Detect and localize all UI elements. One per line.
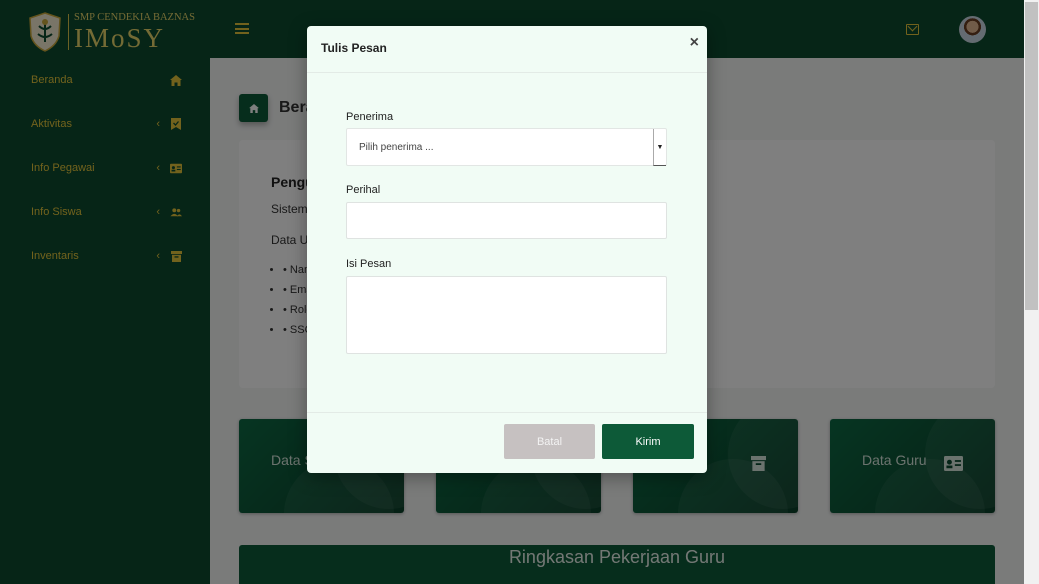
modal-title: Tulis Pesan xyxy=(321,41,387,55)
cancel-button[interactable]: Batal xyxy=(504,424,595,459)
caret-down-icon[interactable]: ▼ xyxy=(653,129,666,166)
message-body-label: Isi Pesan xyxy=(346,258,392,270)
close-icon[interactable]: × xyxy=(690,35,699,51)
recipient-select-value: Pilih penerima ... xyxy=(359,142,434,153)
recipient-select[interactable]: Pilih penerima ... ▼ xyxy=(346,128,667,166)
recipient-label: Penerima xyxy=(346,111,394,123)
modal-divider xyxy=(307,72,707,73)
message-body-textarea[interactable] xyxy=(346,276,667,354)
subject-label: Perihal xyxy=(346,184,381,196)
compose-message-modal: Tulis Pesan × Penerima Pilih penerima ..… xyxy=(307,26,707,473)
modal-divider xyxy=(307,412,707,413)
scrollbar-thumb[interactable] xyxy=(1025,2,1038,310)
send-button[interactable]: Kirim xyxy=(602,424,694,459)
subject-input[interactable] xyxy=(346,202,667,239)
